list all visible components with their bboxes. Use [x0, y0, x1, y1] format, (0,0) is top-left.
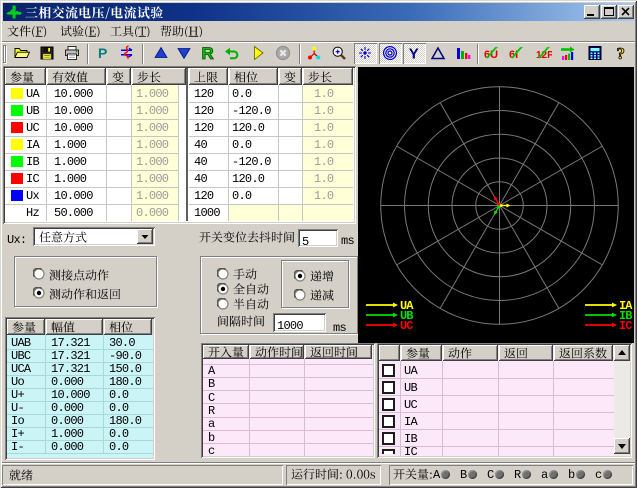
svg-text:IC: IC — [619, 319, 632, 333]
svg-text:?: ? — [617, 45, 626, 61]
svg-text:Y: Y — [409, 46, 419, 62]
svg-text:6U: 6U — [484, 49, 498, 61]
svg-text:UC: UC — [400, 319, 413, 333]
svg-text:R: R — [202, 45, 214, 61]
svg-text:P: P — [98, 45, 107, 61]
